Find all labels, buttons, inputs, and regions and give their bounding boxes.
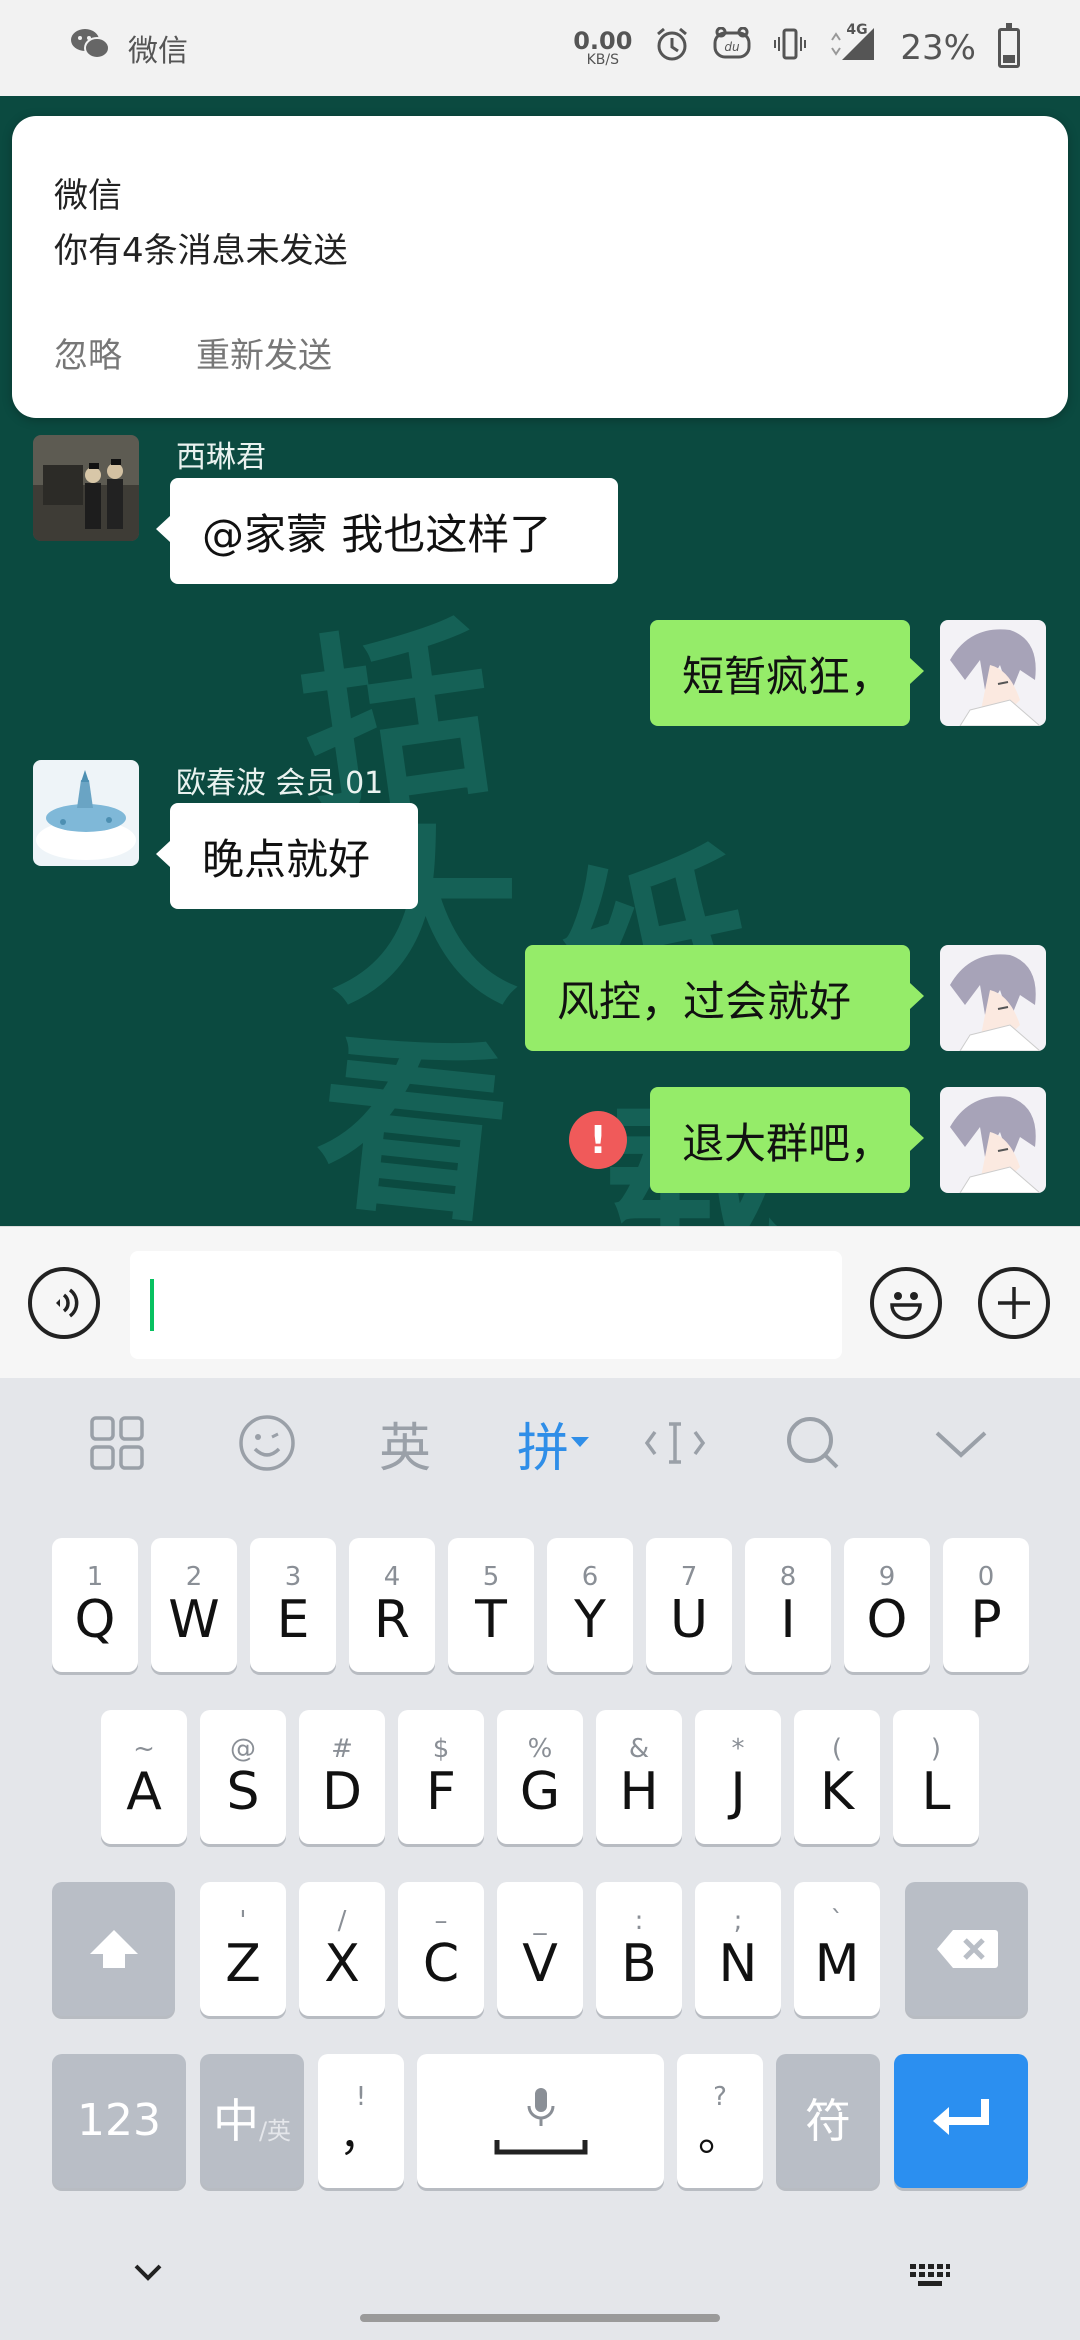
key-g[interactable]: % G: [497, 1710, 583, 1844]
key-b[interactable]: :B: [596, 1882, 682, 2016]
key-q[interactable]: 1Q: [52, 1538, 138, 1672]
key-n[interactable]: ; N: [695, 1882, 781, 2016]
backspace-icon: [936, 1930, 998, 1968]
alarm-icon: [654, 26, 690, 71]
caret-down-icon: [571, 1437, 589, 1447]
key-v[interactable]: _ V: [497, 1882, 583, 2016]
key-k[interactable]: (K: [794, 1710, 880, 1844]
key-x[interactable]: / X: [299, 1882, 385, 2016]
key-j[interactable]: * J: [695, 1710, 781, 1844]
space-bar-icon: [494, 2140, 587, 2155]
background-art-text: 看: [307, 1008, 520, 1226]
key-i[interactable]: 8I: [745, 1538, 831, 1672]
period-key[interactable]: ?。: [677, 2054, 763, 2188]
keyboard: 英 拼 1Q 2W 3E 4R 5T 6Y 7U 8I 9O 0P ~ A @ S …: [0, 1378, 1080, 2340]
du-icon: du: [712, 26, 752, 70]
search-icon[interactable]: [778, 1408, 848, 1478]
voice-button[interactable]: [28, 1267, 100, 1339]
notification-message: 你有4条消息未发送: [54, 231, 348, 271]
key-d[interactable]: # D: [299, 1710, 385, 1844]
signal-icon: 4G: [828, 22, 878, 71]
hide-keyboard-icon[interactable]: [132, 2260, 164, 2288]
pinyin-mode-button[interactable]: 拼: [508, 1408, 598, 1479]
english-mode-button[interactable]: 英: [370, 1408, 440, 1479]
input-bar: [0, 1226, 1080, 1378]
status-app-label: 微信: [128, 34, 188, 69]
avatar[interactable]: [940, 620, 1046, 726]
shift-key[interactable]: [52, 1882, 175, 2016]
shift-arrow-icon: [89, 1930, 138, 1968]
sender-name: 西琳君: [176, 440, 266, 475]
key-e[interactable]: 3E: [250, 1538, 336, 1672]
avatar[interactable]: [940, 945, 1046, 1051]
emoji-button[interactable]: [870, 1267, 942, 1339]
text-caret: [150, 1279, 154, 1331]
keyboard-toolbar: 英 拼: [0, 1378, 1080, 1508]
send-failed-icon[interactable]: !: [569, 1111, 627, 1169]
notification-card[interactable]: 微信 你有4条消息未发送 忽略 重新发送: [12, 116, 1068, 418]
language-switch-key[interactable]: 中/英: [200, 2054, 304, 2188]
enter-key[interactable]: [894, 2054, 1028, 2188]
message-bubble[interactable]: 晚点就好: [156, 803, 418, 909]
key-f[interactable]: $ F: [398, 1710, 484, 1844]
pinyin-mode-label: 拼: [516, 1418, 569, 1479]
keyboard-switch-icon[interactable]: [908, 2260, 952, 2294]
message-bubble[interactable]: 退大群吧，: [650, 1087, 924, 1193]
numbers-key[interactable]: 123: [52, 2054, 186, 2188]
backspace-key[interactable]: [905, 1882, 1028, 2016]
cursor-edit-icon[interactable]: [640, 1408, 710, 1478]
key-h[interactable]: & H: [596, 1710, 682, 1844]
sender-name: 欧春波 会员 01: [176, 766, 384, 801]
message-bubble[interactable]: 短暂疯狂，: [650, 620, 924, 726]
battery-level: 23%: [900, 28, 976, 68]
net-speed: 0.00 KB/S: [573, 27, 633, 68]
comma-key[interactable]: !，: [318, 2054, 404, 2188]
space-key[interactable]: [417, 2054, 664, 2188]
avatar[interactable]: [33, 760, 139, 866]
ignore-button[interactable]: 忽略: [54, 328, 122, 377]
key-t[interactable]: 5T: [448, 1538, 534, 1672]
microphone-icon: [527, 2088, 554, 2126]
apps-grid-icon[interactable]: [82, 1408, 152, 1478]
voice-icon: [56, 1288, 79, 1318]
smiley-icon: [890, 1292, 922, 1321]
plus-icon: [998, 1287, 1030, 1319]
symbols-key[interactable]: 符: [776, 2054, 880, 2188]
key-w[interactable]: 2W: [151, 1538, 237, 1672]
key-r[interactable]: 4R: [349, 1538, 435, 1672]
home-indicator[interactable]: [360, 2314, 720, 2322]
key-z[interactable]: ' Z: [200, 1882, 286, 2016]
battery-icon: [998, 23, 1020, 68]
key-m[interactable]: ` M: [794, 1882, 880, 2016]
svg-text:du: du: [725, 40, 741, 54]
collapse-keyboard-icon[interactable]: [926, 1408, 996, 1478]
keyboard-bottom-bar: [0, 2238, 1080, 2340]
key-o[interactable]: 9O: [844, 1538, 930, 1672]
enter-arrow-icon: [933, 2099, 989, 2135]
avatar[interactable]: [33, 435, 139, 541]
status-bar: 微信 0.00 KB/S du 4G 23%: [0, 0, 1080, 96]
emoji-keyboard-icon[interactable]: [232, 1408, 302, 1478]
message-bubble[interactable]: @家蒙 我也这样了: [156, 478, 618, 584]
vibrate-icon: [774, 27, 807, 70]
message-bubble[interactable]: 风控，过会就好: [525, 945, 924, 1051]
key-a[interactable]: ~ A: [101, 1710, 187, 1844]
notification-app-name: 微信: [54, 176, 122, 216]
key-c[interactable]: – C: [398, 1882, 484, 2016]
message-input[interactable]: [130, 1251, 842, 1359]
key-s[interactable]: @ S: [200, 1710, 286, 1844]
key-y[interactable]: 6Y: [547, 1538, 633, 1672]
more-button[interactable]: [978, 1267, 1050, 1339]
wechat-icon: [70, 27, 110, 69]
key-p[interactable]: 0P: [943, 1538, 1029, 1672]
key-l[interactable]: ) L: [893, 1710, 979, 1844]
avatar[interactable]: [940, 1087, 1046, 1193]
key-u[interactable]: 7U: [646, 1538, 732, 1672]
resend-button[interactable]: 重新发送: [196, 328, 332, 377]
